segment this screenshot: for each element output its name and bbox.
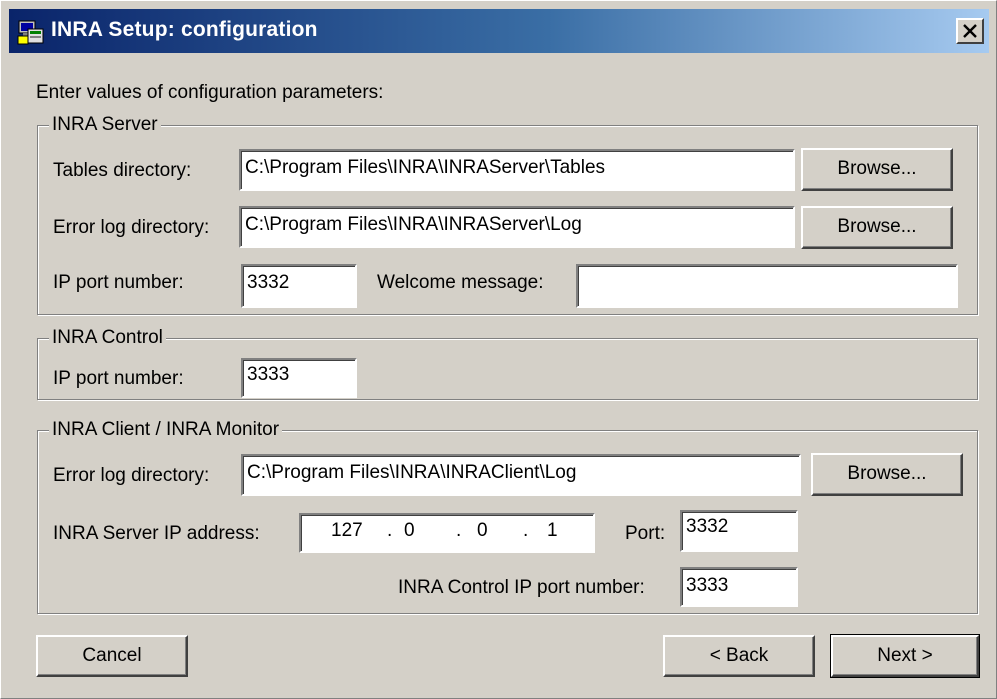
tables-directory-input[interactable]: C:\Program Files\INRA\INRAServer\Tables [239,149,795,191]
server-error-log-browse-button[interactable]: Browse... [801,206,953,249]
server-ip-address-input[interactable]: 127 . 0 . 0 . 1 [299,513,595,553]
ip-octet-4[interactable]: 1 [547,515,558,547]
setup-computer-icon [17,17,45,45]
server-ip-label: INRA Server IP address: [53,523,260,544]
client-port-label: Port: [625,523,666,544]
ip-octet-3[interactable]: 0 [477,515,488,547]
control-ip-port-input[interactable]: 3333 [680,567,798,607]
welcome-message-input[interactable] [576,264,958,308]
control-port-input[interactable]: 3333 [241,358,357,398]
intro-text: Enter values of configuration parameters… [36,82,384,103]
server-error-log-label: Error log directory: [53,217,210,238]
client-error-log-browse-button[interactable]: Browse... [811,453,963,496]
ip-octet-2[interactable]: 0 [404,515,415,547]
inra-control-legend: INRA Control [49,327,166,349]
control-ip-port-label: INRA Control IP port number: [398,577,645,598]
next-button[interactable]: Next > [830,634,980,678]
ip-dot-3: . [523,520,529,541]
welcome-message-label: Welcome message: [377,272,544,293]
inra-server-legend: INRA Server [49,114,161,136]
control-port-label: IP port number: [53,368,184,389]
server-error-log-input[interactable]: C:\Program Files\INRA\INRAServer\Log [239,206,795,248]
client-port-input[interactable]: 3332 [680,510,798,552]
setup-dialog: INRA Setup: configuration Enter values o… [0,0,997,699]
close-button[interactable] [956,18,984,44]
tables-directory-label: Tables directory: [53,160,192,181]
server-port-input[interactable]: 3332 [241,264,357,308]
ip-octet-1[interactable]: 127 [331,515,363,547]
ip-dot-2: . [456,520,462,541]
ip-dot-1: . [387,520,393,541]
server-port-label: IP port number: [53,272,184,293]
client-error-log-input[interactable]: C:\Program Files\INRA\INRAClient\Log [241,454,801,496]
cancel-button[interactable]: Cancel [36,635,188,677]
close-icon [963,24,977,38]
title-bar[interactable]: INRA Setup: configuration [9,9,989,53]
inra-client-legend: INRA Client / INRA Monitor [49,419,283,441]
tables-browse-button[interactable]: Browse... [801,148,953,191]
window-title: INRA Setup: configuration [51,18,318,41]
client-error-log-label: Error log directory: [53,465,210,486]
back-button[interactable]: < Back [663,635,815,677]
